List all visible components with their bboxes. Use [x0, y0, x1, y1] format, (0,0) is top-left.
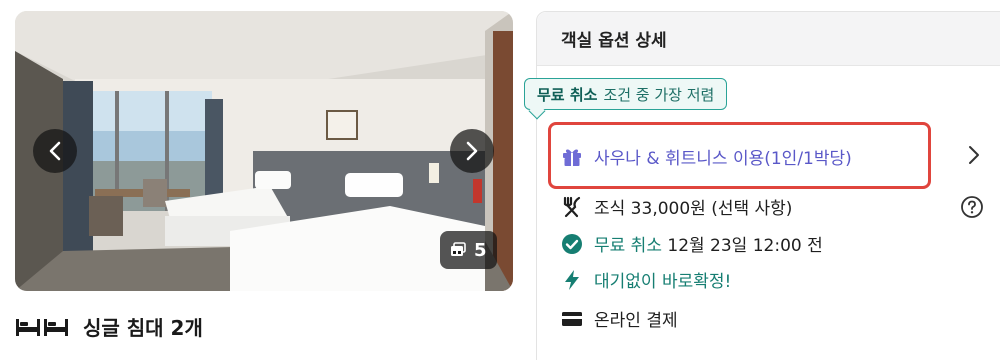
photo-count-text: 5	[474, 239, 487, 261]
twin-bed-icon	[16, 318, 68, 336]
fork-knife-icon	[560, 195, 584, 219]
option-breakfast: 조식 33,000원 (선택 사항)	[560, 194, 792, 219]
option-text: 대기없이 바로확정!	[594, 272, 732, 292]
panel-title: 객실 옵션 상세	[561, 31, 667, 51]
card-icon	[560, 307, 584, 331]
option-text: 온라인 결제	[594, 311, 678, 331]
badge-strong-text: 무료 취소	[537, 85, 598, 104]
option-sauna-fitness[interactable]: 사우나 & 휘트니스 이용(1인/1박당)	[560, 144, 852, 169]
check-circle-icon	[560, 232, 584, 256]
chevron-right-icon[interactable]	[966, 143, 982, 167]
help-icon[interactable]	[960, 195, 984, 219]
next-photo-button[interactable]	[450, 129, 494, 173]
lightning-icon	[560, 268, 584, 292]
option-online-payment: 온라인 결제	[560, 306, 678, 331]
photo-count-badge[interactable]: 5	[440, 231, 497, 269]
option-text: 조식 33,000원 (선택 사항)	[594, 199, 793, 219]
badge-rest-text: 조건 중 가장 저렴	[603, 85, 715, 104]
chevron-left-icon	[49, 141, 61, 161]
option-text: 사우나 & 휘트니스 이용(1인/1박당)	[594, 149, 852, 169]
room-photo-image	[15, 11, 513, 291]
room-photo[interactable]: 5	[15, 11, 513, 291]
gift-icon	[560, 145, 584, 169]
option-free-cancel: 무료 취소 12월 23일 12:00 전	[560, 231, 823, 256]
chevron-right-icon	[466, 141, 478, 161]
free-cancel-label: 무료 취소	[594, 236, 662, 256]
gallery-icon	[451, 242, 466, 256]
prev-photo-button[interactable]	[33, 129, 77, 173]
bed-type-text: 싱글 침대 2개	[83, 316, 203, 340]
free-cancel-deadline: 12월 23일 12:00 전	[667, 236, 823, 256]
option-instant-confirm: 대기없이 바로확정!	[560, 267, 731, 292]
panel-header: 객실 옵션 상세	[537, 12, 1000, 66]
bed-info: 싱글 침대 2개	[15, 312, 203, 341]
cheapest-free-cancel-badge: 무료 취소 조건 중 가장 저렴	[524, 78, 728, 120]
